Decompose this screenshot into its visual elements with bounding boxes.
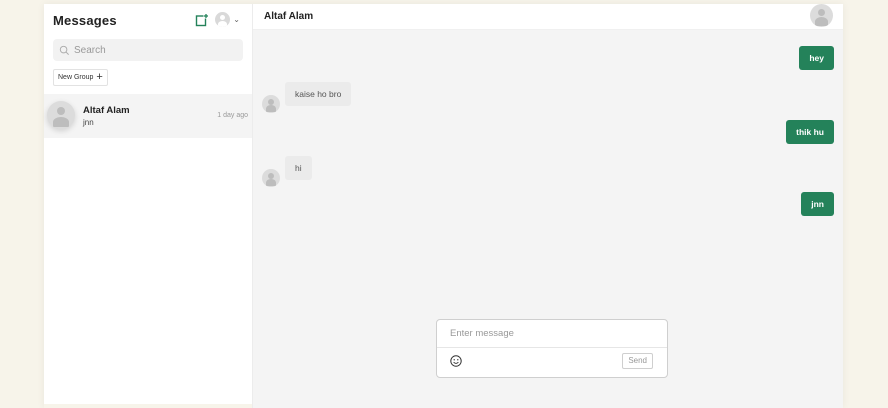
conversation-name: Altaf Alam — [83, 105, 130, 116]
message-input[interactable] — [437, 320, 667, 348]
message-incoming: kaise ho bro — [285, 82, 352, 106]
sidebar: Messages ⌄ New Group + — [44, 4, 253, 408]
sidebar-header: Messages ⌄ — [44, 4, 252, 36]
chat-header: Altaf Alam — [253, 4, 843, 30]
contact-avatar[interactable] — [810, 4, 833, 27]
header-actions: ⌄ — [195, 12, 240, 27]
chevron-down-icon[interactable]: ⌄ — [233, 15, 240, 24]
conversation-time: 1 day ago — [217, 112, 248, 119]
avatar — [47, 101, 75, 129]
compose-icon[interactable] — [195, 13, 209, 27]
conversation-item[interactable]: Altaf Alam jnn 1 day ago — [44, 94, 252, 138]
new-group-button[interactable]: New Group + — [53, 69, 108, 86]
search-box[interactable] — [53, 39, 243, 61]
search-input[interactable] — [74, 44, 224, 56]
sender-avatar — [262, 95, 280, 113]
message-outgoing: hey — [799, 46, 834, 70]
plus-icon: + — [96, 71, 103, 83]
send-button[interactable]: Send — [622, 353, 653, 369]
search-icon — [59, 45, 69, 55]
app-window: Messages ⌄ New Group + — [44, 4, 843, 408]
message-outgoing: jnn — [801, 192, 834, 216]
chat-panel: Altaf Alam hey kaise ho bro thik hu hi j… — [253, 4, 843, 408]
sidebar-title: Messages — [53, 12, 117, 28]
sidebar-footer-strip — [44, 404, 252, 408]
message-incoming: hi — [285, 156, 312, 180]
chat-title: Altaf Alam — [264, 11, 314, 22]
emoji-icon[interactable] — [450, 355, 462, 367]
sender-avatar — [262, 169, 280, 187]
user-avatar[interactable] — [215, 12, 231, 27]
message-outgoing: thik hu — [786, 120, 834, 144]
new-group-label: New Group — [58, 74, 94, 81]
message-composer: Send — [436, 319, 668, 378]
conversation-preview: jnn — [83, 118, 94, 127]
